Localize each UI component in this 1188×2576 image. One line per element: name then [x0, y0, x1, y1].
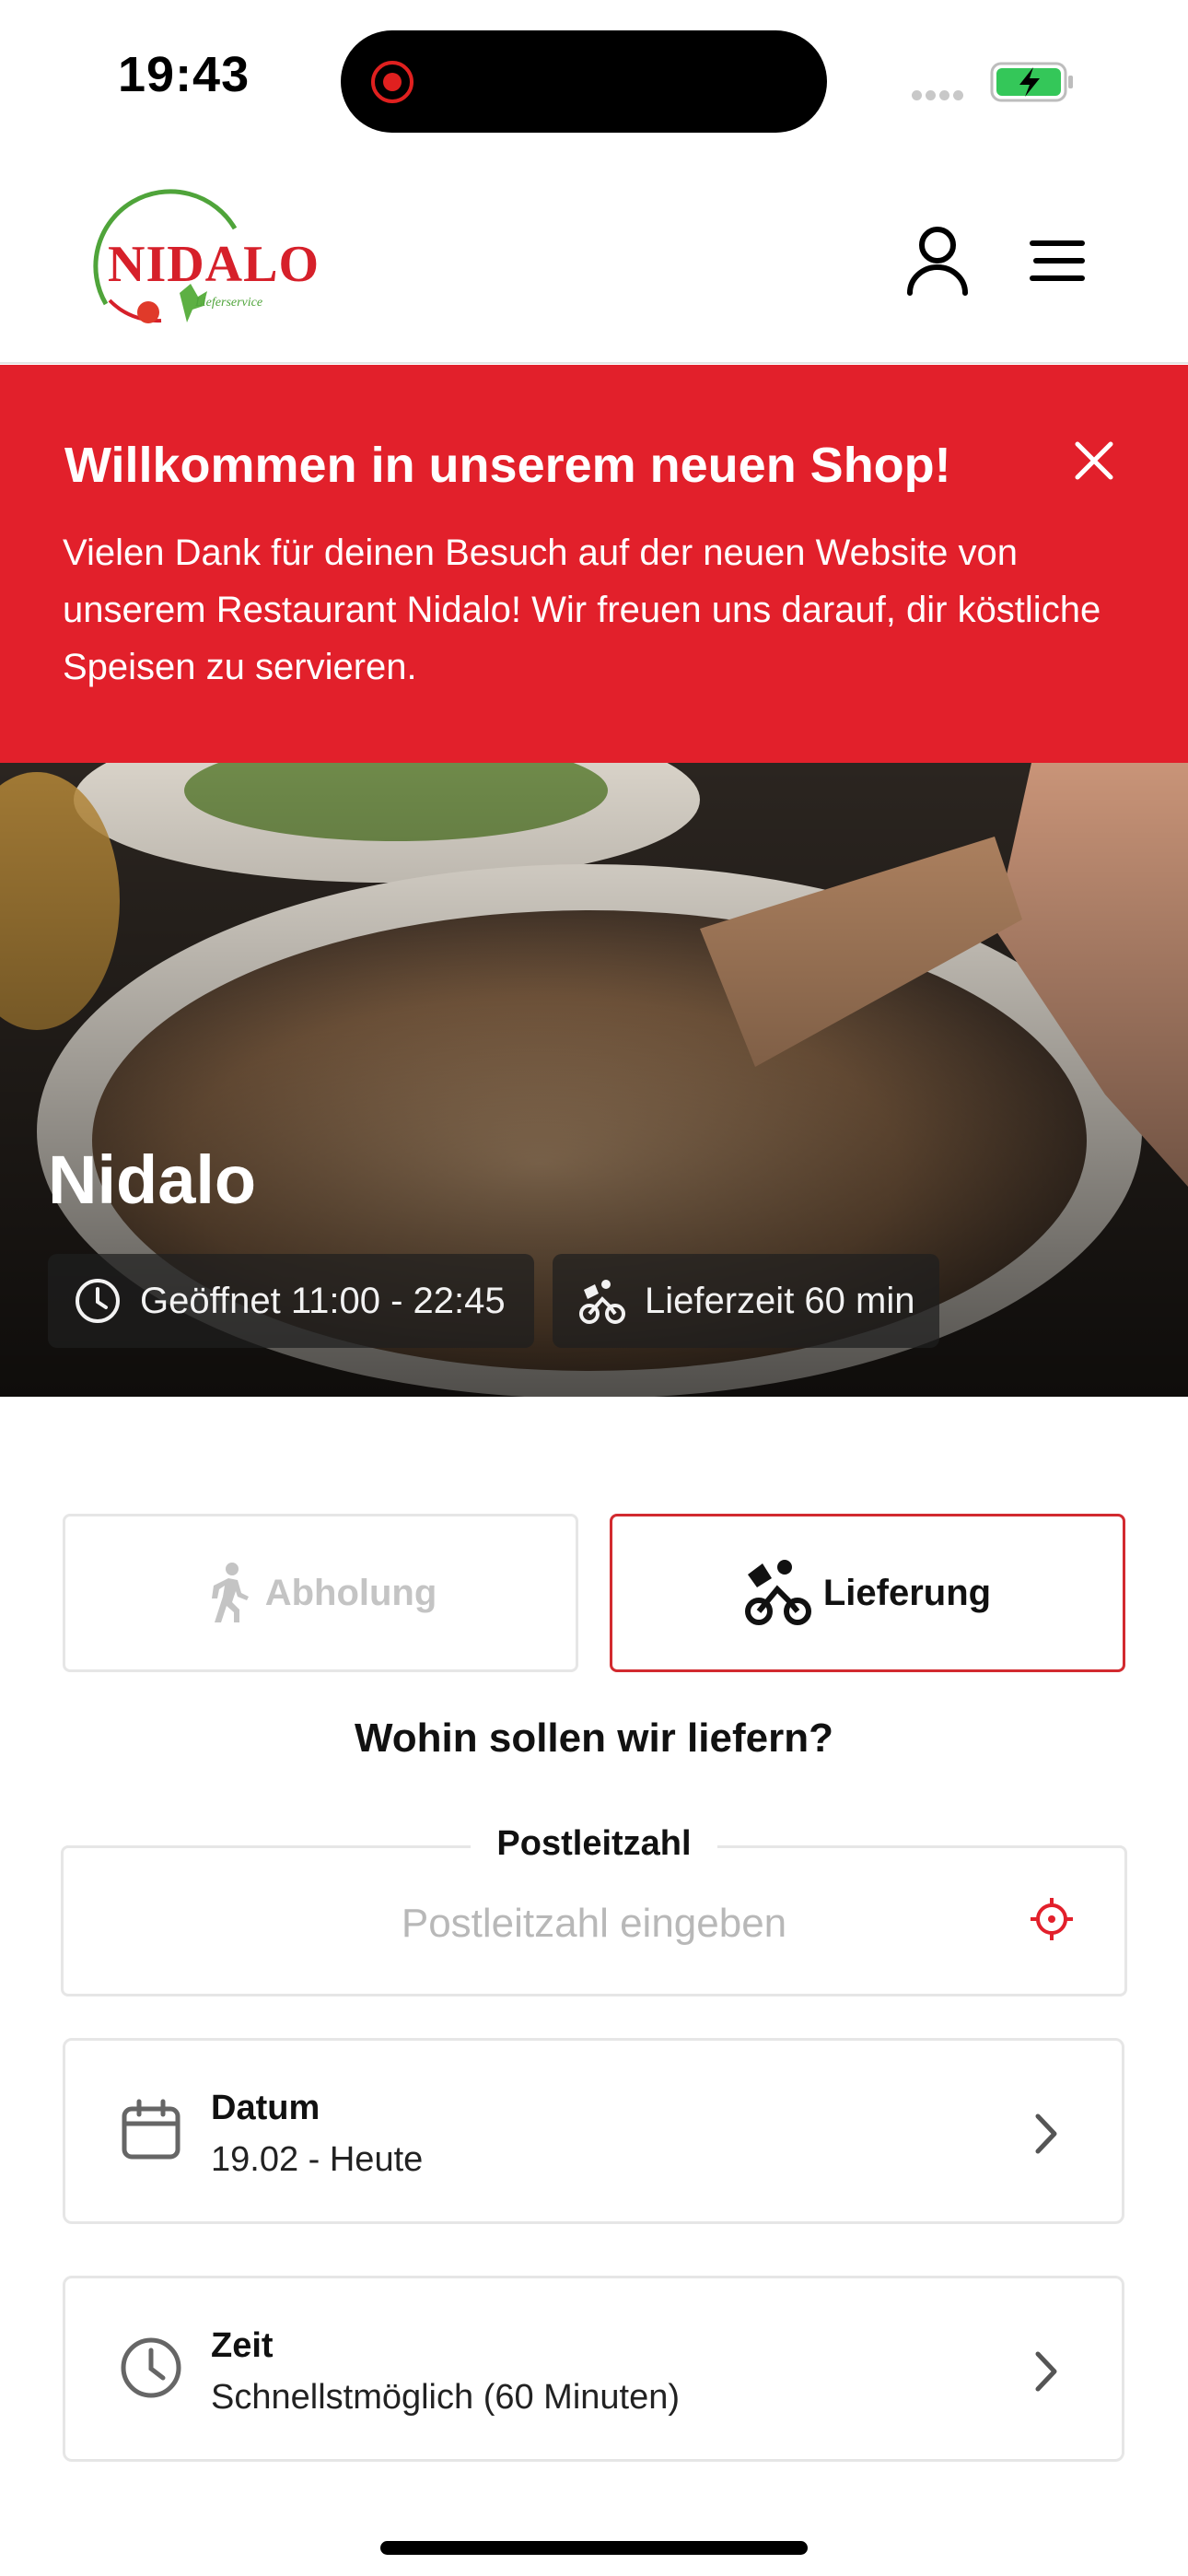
- nidalo-logo[interactable]: NIDALO Lieferservice: [69, 184, 319, 341]
- date-selector[interactable]: Datum 19.02 - Heute: [63, 2038, 1124, 2224]
- clock-icon: [121, 2337, 181, 2398]
- date-value: 19.02 - Heute: [211, 2140, 424, 2179]
- close-icon[interactable]: [1068, 435, 1120, 486]
- time-value: Schnellstmöglich (60 Minuten): [211, 2378, 681, 2417]
- calendar-icon: [122, 2099, 181, 2160]
- time-selector[interactable]: Zeit Schnellstmöglich (60 Minuten): [63, 2276, 1124, 2462]
- time-title: Zeit: [211, 2326, 274, 2365]
- restaurant-hero: Nidalo Geöffnet 11:00 - 22:45 Lieferzeit…: [0, 763, 1188, 1397]
- opening-hours-badge: Geöffnet 11:00 - 22:45: [48, 1254, 534, 1348]
- dynamic-island: [341, 30, 827, 133]
- zip-label: Postleitzahl: [0, 1824, 1188, 1864]
- delivery-time-text: Lieferzeit 60 min: [645, 1280, 915, 1321]
- clock-icon: [76, 1279, 120, 1323]
- menu-icon[interactable]: [1027, 228, 1091, 293]
- banner-text: Vielen Dank für deinen Besuch auf der ne…: [63, 533, 1101, 687]
- banner-title: Willkommen in unserem neuen Shop!: [64, 438, 951, 493]
- home-indicator[interactable]: [380, 2541, 808, 2555]
- delivery-question: Wohin sollen wir liefern?: [355, 1715, 833, 1761]
- tab-delivery[interactable]: Lieferung: [610, 1514, 1125, 1672]
- bike-delivery-icon: [579, 1280, 625, 1324]
- chevron-right-icon: [1035, 2113, 1057, 2154]
- tab-delivery-label: Lieferung: [822, 1572, 992, 1613]
- locate-icon[interactable]: [1029, 1896, 1075, 1942]
- zip-label-text: Postleitzahl: [471, 1824, 717, 1863]
- tab-pickup-label: Abholung: [264, 1572, 437, 1613]
- logo-tagline: Lieferservice: [195, 296, 263, 310]
- battery-icon: [990, 62, 1073, 102]
- delivery-time-badge: Lieferzeit 60 min: [553, 1254, 939, 1348]
- site-header: NIDALO Lieferservice: [0, 157, 1188, 364]
- tab-pickup[interactable]: Abholung: [63, 1514, 578, 1672]
- walking-icon: [211, 1563, 249, 1622]
- date-title: Datum: [211, 2089, 320, 2127]
- status-time: 19:43: [118, 47, 250, 102]
- restaurant-name: Nidalo: [48, 1142, 257, 1218]
- logo-wordmark: NIDALO: [108, 236, 320, 293]
- user-icon[interactable]: [901, 223, 974, 297]
- signal-icon: [912, 88, 973, 100]
- welcome-banner: Willkommen in unserem neuen Shop! Vielen…: [0, 365, 1188, 763]
- opening-hours-text: Geöffnet 11:00 - 22:45: [140, 1280, 506, 1321]
- status-bar: 19:43: [0, 0, 1188, 157]
- recording-indicator-icon: [371, 61, 413, 103]
- chevron-right-icon: [1035, 2351, 1057, 2392]
- zip-input[interactable]: [111, 1887, 1077, 1961]
- bike-delivery-icon: [744, 1560, 811, 1625]
